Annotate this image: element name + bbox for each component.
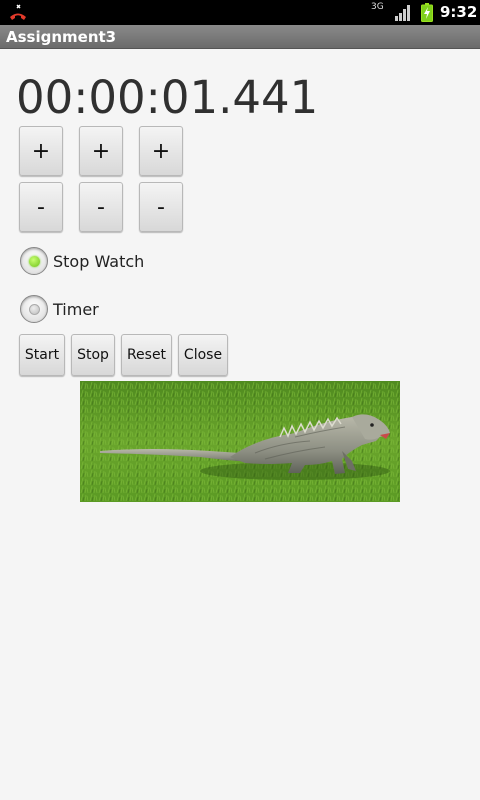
radio-dot-selected-icon [28, 255, 40, 267]
increment-seconds-button[interactable]: + [139, 126, 183, 176]
radio-label-timer: Timer [53, 299, 99, 319]
decrement-seconds-button[interactable]: - [139, 182, 183, 232]
title-bar: Assignment3 [0, 25, 480, 49]
radio-button-unselected[interactable] [20, 295, 48, 323]
stop-button[interactable]: Stop [71, 334, 115, 376]
radio-button-selected[interactable] [20, 247, 48, 275]
app-title: Assignment3 [6, 28, 117, 46]
status-bar: 3G 9:32 [0, 0, 480, 25]
decrement-minutes-button[interactable]: - [79, 182, 123, 232]
network-type-label: 3G [371, 2, 384, 12]
radio-label-stop-watch: Stop Watch [53, 251, 145, 271]
reset-button[interactable]: Reset [121, 334, 172, 376]
iguana-illustration [80, 381, 400, 502]
battery-charging-icon [421, 3, 433, 22]
time-display: 00:00:01.441 [16, 71, 319, 124]
increment-hours-button[interactable]: + [19, 126, 63, 176]
iguana-image [80, 381, 400, 502]
decrement-hours-button[interactable]: - [19, 182, 63, 232]
radio-timer[interactable]: Timer [20, 293, 99, 325]
close-button[interactable]: Close [178, 334, 228, 376]
status-clock: 9:32 [440, 3, 478, 21]
radio-dot-unselected-icon [28, 303, 40, 315]
increment-minutes-button[interactable]: + [79, 126, 123, 176]
start-button[interactable]: Start [19, 334, 65, 376]
missed-call-icon [10, 4, 26, 20]
signal-icon [395, 5, 410, 21]
radio-stop-watch[interactable]: Stop Watch [20, 245, 144, 277]
